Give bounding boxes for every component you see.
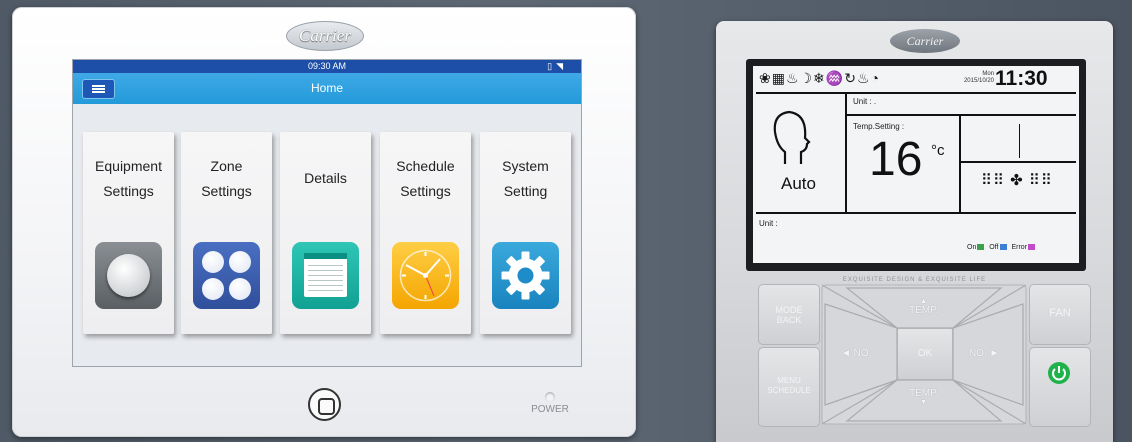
lcd-bezel: ❀▦♨☽❄♒↻♨◔ Mon 2015/10/20 11:30 Unit : . … [746,59,1086,271]
card-label: Settings [103,183,154,199]
temp-down-button[interactable]: TEMP. ▼ [909,388,938,406]
knob-icon [95,242,162,309]
zones-grid-icon [193,242,260,309]
person-head-icon [773,110,811,164]
notepad-icon [292,242,359,309]
no-right-button[interactable]: NO. ► [969,348,999,359]
battery-icon: ▯ [547,61,557,71]
temp-up-button[interactable]: ▲ TEMP. [909,298,938,316]
tagline: EXQUISITE DESIGN & EXQUISITE LIFE [842,277,987,283]
wifi-icon: ◥ [556,61,567,71]
clock-icon [392,242,459,309]
header-bar: Home [73,73,581,104]
lcd-clock: 11:30 [995,67,1048,90]
card-label: Zone [210,158,243,174]
wired-controller: Carrier ❀▦♨☽❄♒↻♨◔ Mon 2015/10/20 11:30 U… [716,21,1113,442]
gear-icon [492,242,559,309]
power-indicator-light [545,392,555,402]
card-label: System [502,158,549,174]
card-label: Details [304,170,347,186]
card-label: Setting [503,183,548,199]
lcd-display: ❀▦♨☽❄♒↻♨◔ Mon 2015/10/20 11:30 Unit : . … [753,66,1079,263]
up-arrow-icon: ▲ [920,298,928,305]
lcd-unit-label: Unit : . [853,97,877,106]
card-label: Settings [400,183,451,199]
touchscreen: 09:30 AM ▯◥ Home Equipment Settings Zone… [72,59,582,367]
home-button[interactable] [308,388,341,421]
power-button-area [1029,347,1091,427]
fan-speed-icon: ⠿⠿ ✤ ⠿⠿ [981,172,1053,189]
carrier-logo: Carrier [890,29,960,53]
down-arrow-icon: ▼ [920,399,928,406]
lcd-temperature: 16 [869,133,923,186]
details-card[interactable]: Details [280,132,371,334]
thermostat-tablet: Carrier 09:30 AM ▯◥ Home Equipment Setti… [12,7,636,437]
carrier-logo: Carrier [286,21,364,51]
hamburger-icon [92,85,105,87]
menu-schedule-button[interactable]: MENU SCHEDULE [758,347,820,427]
power-icon [1048,362,1070,384]
mode-icons-row: ❀▦♨☽❄♒↻♨◔ [759,70,880,86]
status-time: 09:30 AM [307,61,347,71]
card-label: Equipment [95,158,162,174]
fan-button[interactable]: FAN [1029,284,1091,345]
ok-button[interactable]: OK [897,328,953,380]
mode-back-button[interactable]: MODE BACK [758,284,820,345]
home-icon [318,398,335,415]
power-button[interactable] [1047,361,1071,385]
direction-pad: OK ▲ TEMP. TEMP. ▼ ◄ NO. NO. ► [821,284,1027,425]
menu-button[interactable] [82,79,115,99]
page-title: Home [310,81,343,95]
lcd-mode: Auto [781,174,816,193]
card-label: Schedule [396,158,455,174]
card-label: Settings [201,183,252,199]
system-setting-card[interactable]: System Setting [480,132,571,334]
equipment-settings-card[interactable]: Equipment Settings [83,132,174,334]
status-legend: On Off Error [967,244,1038,251]
schedule-settings-card[interactable]: Schedule Settings [380,132,471,334]
no-left-button[interactable]: ◄ NO. [841,348,871,359]
lcd-temp-setting-label: Temp.Setting : [853,122,905,131]
zone-settings-card[interactable]: Zone Settings [181,132,272,334]
lcd-temp-unit: °c [931,142,945,159]
power-label: POWER [531,404,569,415]
lcd-date: Mon 2015/10/20 [963,71,994,84]
lcd-unit-label-bottom: Unit : [759,219,778,228]
status-bar: 09:30 AM ▯◥ [73,60,581,73]
